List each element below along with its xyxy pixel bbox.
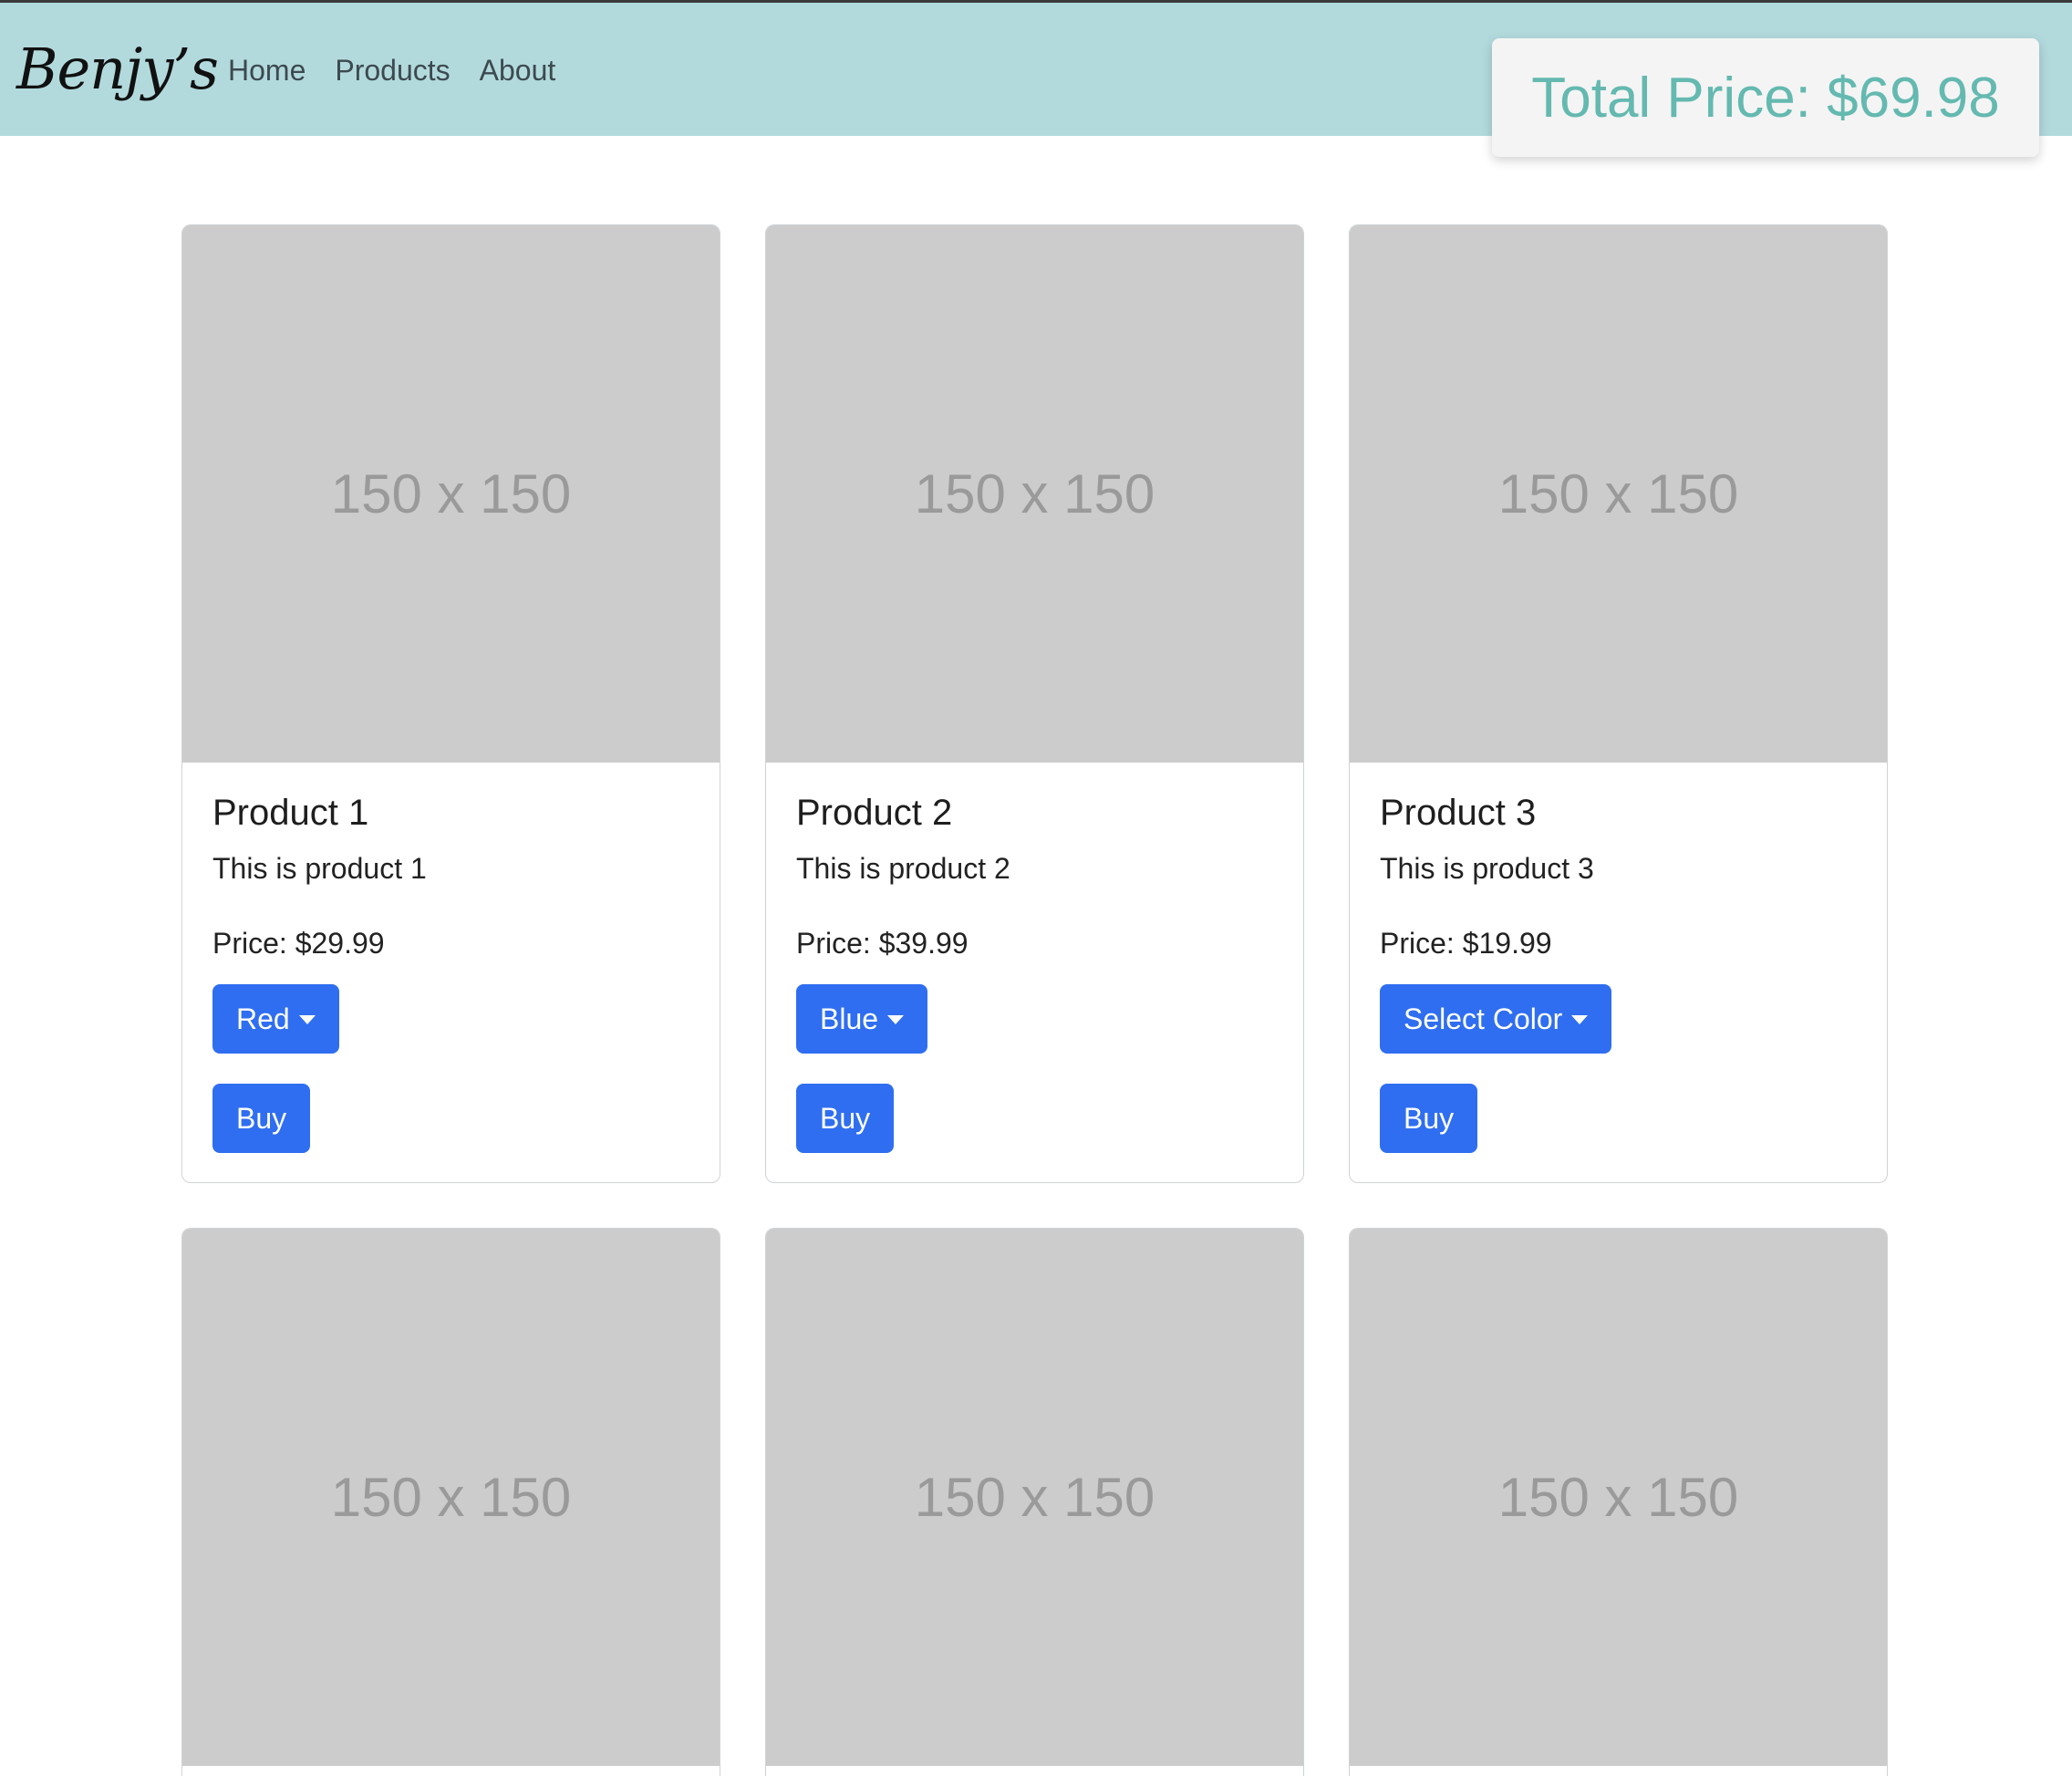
card-body: Product 1 This is product 1 Price: $29.9… xyxy=(182,763,720,1182)
color-row: Blue xyxy=(796,984,1273,1054)
product-image-placeholder: 150 x 150 xyxy=(182,1229,720,1766)
product-grid: 150 x 150 Product 1 This is product 1 Pr… xyxy=(181,224,1889,1776)
caret-down-icon xyxy=(1571,1015,1589,1024)
product-image-placeholder: 150 x 150 xyxy=(766,1229,1303,1766)
card-body: Product 3 This is product 3 Price: $19.9… xyxy=(1350,763,1887,1182)
caret-down-icon xyxy=(298,1015,316,1024)
product-card: 150 x 150 Product 1 This is product 1 Pr… xyxy=(181,224,720,1183)
product-title: Product 1 xyxy=(212,793,369,833)
product-title: Product 3 xyxy=(1380,793,1537,833)
color-row: Select Color xyxy=(1380,984,1857,1054)
nav-link-home[interactable]: Home xyxy=(228,54,306,88)
product-image-placeholder: 150 x 150 xyxy=(766,225,1303,763)
product-image-placeholder: 150 x 150 xyxy=(182,225,720,763)
product-card: 150 x 150 Product 3 This is product 3 Pr… xyxy=(1349,224,1888,1183)
caret-down-icon xyxy=(887,1015,905,1024)
buy-button[interactable]: Buy xyxy=(796,1084,895,1153)
product-card: 150 x 150 Product 2 This is product 2 Pr… xyxy=(765,224,1304,1183)
card-body: Product 2 This is product 2 Price: $39.9… xyxy=(766,763,1303,1182)
product-card: 150 x 150 xyxy=(1349,1228,1888,1776)
buy-row: Buy xyxy=(1380,1084,1857,1153)
brand-logo[interactable]: Benjy’s xyxy=(16,36,219,102)
buy-button[interactable]: Buy xyxy=(1380,1084,1478,1153)
product-title: Product 2 xyxy=(796,793,953,833)
product-price: Price: $19.99 xyxy=(1380,927,1552,960)
color-row: Red xyxy=(212,984,689,1054)
color-dropdown-button[interactable]: Blue xyxy=(796,984,928,1054)
buy-row: Buy xyxy=(796,1084,1273,1153)
product-card: 150 x 150 xyxy=(765,1228,1304,1776)
nav-link-about[interactable]: About xyxy=(480,54,556,88)
buy-row: Buy xyxy=(212,1084,689,1153)
buy-button[interactable]: Buy xyxy=(212,1084,311,1153)
product-image-placeholder: 150 x 150 xyxy=(1350,1229,1887,1766)
color-dropdown-label: Select Color xyxy=(1404,1002,1563,1035)
color-dropdown-button[interactable]: Select Color xyxy=(1380,984,1612,1054)
color-dropdown-label: Red xyxy=(236,1002,290,1035)
nav-link-products[interactable]: Products xyxy=(335,54,450,88)
color-dropdown-label: Blue xyxy=(820,1002,879,1035)
color-dropdown-button[interactable]: Red xyxy=(212,984,339,1054)
product-description: This is product 2 xyxy=(796,852,1010,885)
product-description: This is product 3 xyxy=(1380,852,1594,885)
nav-links: Home Products About xyxy=(228,54,555,88)
product-card: 150 x 150 xyxy=(181,1228,720,1776)
product-image-placeholder: 150 x 150 xyxy=(1350,225,1887,763)
product-price: Price: $29.99 xyxy=(212,927,385,960)
total-price-display: Total Price: $69.98 xyxy=(1492,38,2039,157)
product-price: Price: $39.99 xyxy=(796,927,969,960)
product-description: This is product 1 xyxy=(212,852,427,885)
